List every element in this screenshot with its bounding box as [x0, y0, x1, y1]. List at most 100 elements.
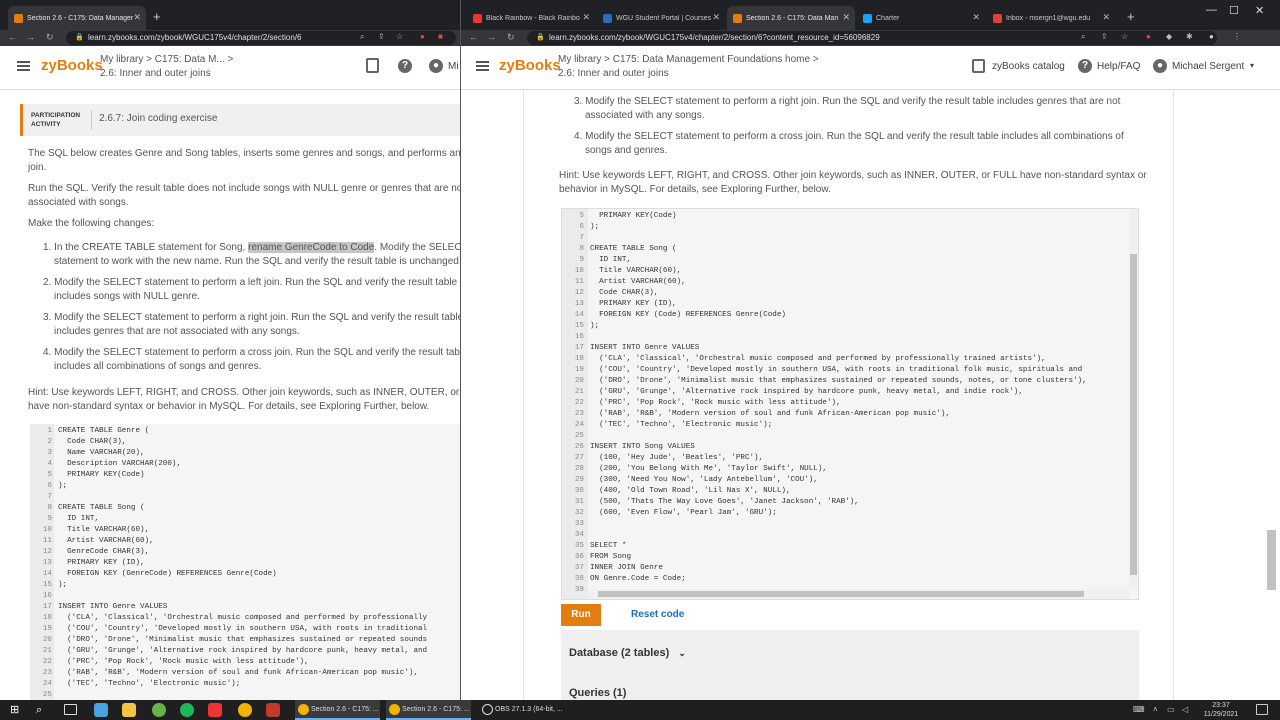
code-line[interactable]: 11 Artist VARCHAR(60), — [562, 277, 1138, 288]
code-line[interactable]: 1 CREATE TABLE Genre ( — [30, 426, 460, 437]
code-line[interactable]: 12 GenreCode CHAR(3), — [30, 547, 460, 558]
close-tab-icon[interactable]: ✕ — [712, 12, 720, 23]
code-line[interactable]: 17 INSERT INTO Genre VALUES — [30, 602, 460, 613]
code-line[interactable]: 29 (300, 'Need You Now', 'Lady Antebellu… — [562, 475, 1138, 486]
forward-icon[interactable]: → — [26, 32, 35, 42]
code-line[interactable]: 20 ('DRO', 'Drone', 'Minimalist music th… — [30, 635, 460, 646]
code-line[interactable]: 35 SELECT * — [562, 541, 1138, 552]
code-line[interactable]: 8 CREATE TABLE Song ( — [562, 244, 1138, 255]
reload-icon[interactable]: ↻ — [507, 32, 515, 43]
code-line[interactable]: 30 (400, 'Old Town Road', 'Lil Nas X', N… — [562, 486, 1138, 497]
minimize-icon[interactable]: — — [1206, 4, 1217, 16]
browser-tab[interactable]: Charter ✕ — [857, 6, 985, 30]
code-line[interactable]: 33 — [562, 519, 1138, 530]
explorer-icon[interactable] — [94, 703, 108, 717]
help-faq-link[interactable]: Help/FAQ — [1097, 61, 1140, 72]
user-name[interactable]: Mi — [448, 61, 459, 72]
help-icon[interactable]: ? — [1078, 59, 1092, 73]
more-menu-icon[interactable]: ⋮ — [1233, 32, 1241, 41]
zybooks-logo[interactable]: zyBooks — [41, 57, 103, 74]
code-line[interactable]: 21 ('GRU', 'Grunge', 'Alternative rock i… — [30, 646, 460, 657]
browser-tab[interactable]: Section 2.6 - C175: Data Manager ✕ — [8, 6, 146, 30]
code-line[interactable]: 15); — [562, 321, 1138, 332]
close-tab-icon[interactable]: ✕ — [972, 12, 980, 23]
code-line[interactable]: 17 INSERT INTO Genre VALUES — [562, 343, 1138, 354]
youtube-icon[interactable] — [208, 703, 222, 717]
code-line[interactable]: 5 PRIMARY KEY(Code) — [562, 211, 1138, 222]
menu-icon[interactable] — [17, 61, 30, 71]
code-line[interactable]: 2 Code CHAR(3), — [30, 437, 460, 448]
sql-code-editor[interactable]: 1 CREATE TABLE Genre (2 Code CHAR(3), 3 Na… — [30, 424, 460, 700]
code-line[interactable]: 39 — [562, 585, 1138, 596]
user-avatar-icon[interactable]: ● — [429, 59, 443, 73]
code-line[interactable]: 34 — [562, 530, 1138, 541]
close-tab-icon[interactable]: ✕ — [133, 12, 141, 23]
maximize-icon[interactable]: ☐ — [1229, 4, 1239, 17]
code-line[interactable]: 21 ('GRU', 'Grunge', 'Alternative rock i… — [562, 387, 1138, 398]
tray-chevron-icon[interactable]: ˄ — [1153, 705, 1158, 714]
code-line[interactable]: 25 — [562, 431, 1138, 442]
keyboard-icon[interactable]: ⌨ — [1133, 705, 1145, 714]
reload-icon[interactable]: ↻ — [46, 32, 54, 43]
code-line[interactable]: 9 ID INT, — [30, 514, 460, 525]
code-line[interactable]: 7 — [30, 492, 460, 503]
chrome-icon[interactable] — [238, 703, 252, 717]
zoom-icon[interactable]: ⌕ — [360, 32, 364, 42]
run-button[interactable]: Run — [561, 604, 601, 626]
extension-icon[interactable]: ◆ — [1166, 32, 1172, 41]
code-line[interactable]: 22 ('PRC', 'Pop Rock', 'Rock music with … — [562, 398, 1138, 409]
extension-icon[interactable]: ● — [1146, 32, 1151, 41]
menu-icon[interactable] — [476, 61, 489, 71]
taskbar-app[interactable]: OBS 27.1.3 (64-bit, ... — [479, 700, 567, 720]
browser-tab[interactable]: WGU Student Portal | Courses ✕ — [597, 6, 725, 30]
code-line[interactable]: 7 — [562, 233, 1138, 244]
code-line[interactable]: 20 ('DRO', 'Drone', 'Minimalist music th… — [562, 376, 1138, 387]
taskbar-app[interactable]: Section 2.6 - C175: ... — [386, 700, 471, 720]
code-line[interactable]: 15); — [30, 580, 460, 591]
clock[interactable]: 23:37 11/29/2021 — [1200, 701, 1242, 719]
code-line[interactable]: 14 FOREIGN KEY (Code) REFERENCES Genre(C… — [562, 310, 1138, 321]
extension-icon[interactable]: ● — [420, 32, 425, 41]
zybooks-catalog-link[interactable]: zyBooks catalog — [992, 61, 1065, 72]
code-line[interactable]: 4 Description VARCHAR(200), — [30, 459, 460, 470]
code-line[interactable]: 18 ('CLA', 'Classical', 'Orchestral musi… — [562, 354, 1138, 365]
code-line[interactable]: 28 (200, 'You Belong With Me', 'Taylor S… — [562, 464, 1138, 475]
code-line[interactable]: 26 INSERT INTO Song VALUES — [562, 442, 1138, 453]
back-icon[interactable]: ← — [469, 32, 478, 42]
taskbar-app[interactable]: Section 2.6 - C175: ... — [295, 700, 380, 720]
notifications-icon[interactable] — [1256, 704, 1268, 715]
sql-code-editor[interactable]: 5 PRIMARY KEY(Code) 6); 7 8 CREATE TABLE Son… — [561, 208, 1139, 600]
browser-tab[interactable]: Section 2.6 - C175: Data Man ✕ — [727, 6, 855, 30]
network-icon[interactable]: ▭ — [1167, 705, 1175, 714]
reset-code-button[interactable]: Reset code — [631, 609, 684, 620]
code-line[interactable]: 18 ('CLA', 'Classical', 'Orchestral musi… — [30, 613, 460, 624]
search-icon[interactable]: ⌕ — [36, 703, 50, 717]
share-icon[interactable]: ⇪ — [378, 32, 385, 41]
share-icon[interactable]: ⇪ — [1101, 32, 1108, 41]
close-tab-icon[interactable]: ✕ — [842, 12, 850, 23]
catalog-icon[interactable] — [366, 58, 379, 73]
bookmark-star-icon[interactable]: ☆ — [396, 32, 403, 41]
task-view-icon[interactable] — [64, 704, 77, 715]
app-icon[interactable] — [266, 703, 280, 717]
code-line[interactable]: 24 ('TEC', 'Techno', 'Electronic music')… — [30, 679, 460, 690]
code-line[interactable]: 6); — [30, 481, 460, 492]
new-tab-icon[interactable]: + — [1127, 9, 1135, 24]
bookmark-star-icon[interactable]: ☆ — [1121, 32, 1128, 41]
user-avatar-icon[interactable]: ● — [1153, 59, 1167, 73]
back-icon[interactable]: ← — [8, 32, 17, 42]
code-line[interactable]: 23 ('RAB', 'R&B', 'Modern version of sou… — [30, 668, 460, 679]
code-line[interactable]: 14 FOREIGN KEY (GenreCode) REFERENCES Ge… — [30, 569, 460, 580]
code-line[interactable]: 16 — [562, 332, 1138, 343]
code-line[interactable]: 10 Title VARCHAR(60), — [562, 266, 1138, 277]
code-line[interactable]: 12 Code CHAR(3), — [562, 288, 1138, 299]
code-line[interactable]: 23 ('RAB', 'R&B', 'Modern version of sou… — [562, 409, 1138, 420]
code-line[interactable]: 19 ('COU', 'Country', 'Developed mostly … — [30, 624, 460, 635]
close-tab-icon[interactable]: ✕ — [1102, 12, 1110, 23]
code-line[interactable]: 13 PRIMARY KEY (ID), — [30, 558, 460, 569]
user-name[interactable]: Michael Sergent — [1172, 61, 1244, 72]
queries-toggle[interactable]: Queries (1) — [569, 687, 626, 699]
extensions-puzzle-icon[interactable]: ✱ — [1186, 32, 1193, 41]
code-line[interactable]: 8 CREATE TABLE Song ( — [30, 503, 460, 514]
code-line[interactable]: 19 ('COU', 'Country', 'Developed mostly … — [562, 365, 1138, 376]
